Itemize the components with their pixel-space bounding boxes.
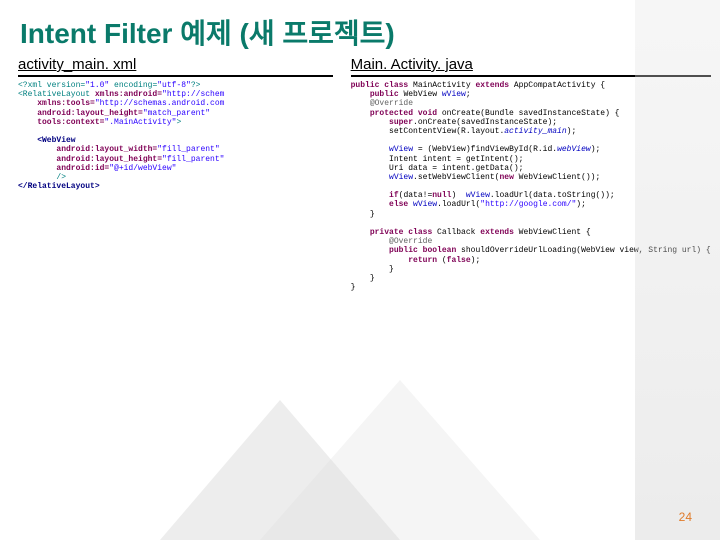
page-title: Intent Filter 예제 (새 프로젝트) [0,0,720,56]
decor-band [635,0,720,540]
page-number: 24 [679,510,692,524]
code-columns: activity_main. xml <?xml version="1.0" e… [0,56,720,292]
xml-column: activity_main. xml <?xml version="1.0" e… [18,56,333,292]
xml-header: activity_main. xml [18,56,333,77]
xml-code: <?xml version="1.0" encoding="utf-8"?> <… [18,81,333,191]
decor-triangle [160,400,400,540]
